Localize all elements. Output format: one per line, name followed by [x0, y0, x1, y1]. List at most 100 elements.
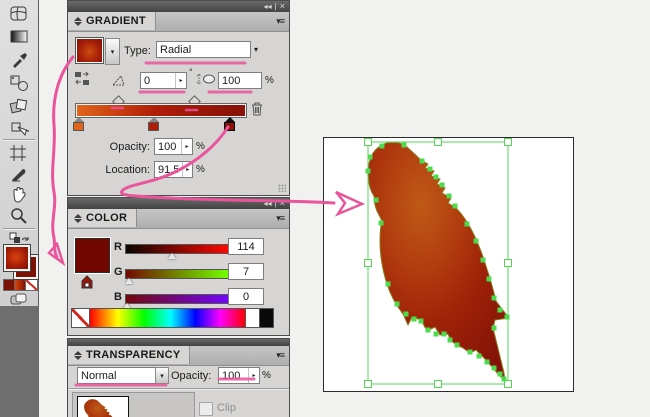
artboard[interactable]	[323, 137, 574, 392]
anchor-point[interactable]	[502, 377, 507, 382]
anchor-point[interactable]	[447, 194, 452, 199]
gradient-opacity-field[interactable]: 100 ▸	[154, 138, 193, 155]
live-paint-selection-tool[interactable]	[7, 118, 31, 139]
g-slider[interactable]	[125, 269, 229, 279]
gradient-fill-swatch[interactable]	[76, 38, 103, 63]
color-spectrum-bar[interactable]	[89, 308, 246, 328]
anchor-point[interactable]	[492, 326, 497, 331]
anchor-point[interactable]	[366, 169, 371, 174]
panel-menu-icon[interactable]: ▾≡	[276, 350, 284, 361]
anchor-point[interactable]	[498, 372, 503, 377]
none-button[interactable]	[25, 279, 38, 291]
blend-tool[interactable]	[7, 72, 31, 93]
anchor-point[interactable]	[426, 328, 431, 333]
close-panel-icon[interactable]: ×	[280, 2, 285, 11]
angle-spinner-icon[interactable]: ▸	[175, 73, 186, 88]
anchor-point[interactable]	[402, 143, 407, 148]
gradient-type-dropdown[interactable]: Radial	[156, 41, 251, 58]
delete-stop-trash-icon[interactable]	[250, 101, 264, 120]
gradient-slider-bar[interactable]	[76, 104, 246, 117]
r-value-field[interactable]: 114	[228, 238, 264, 255]
tab-transparency[interactable]: TRANSPARENCY	[68, 346, 190, 364]
resize-grip-icon[interactable]	[278, 184, 286, 192]
anchor-point[interactable]	[487, 277, 492, 282]
tab-gradient[interactable]: GRADIENT	[68, 12, 156, 30]
clip-checkbox[interactable]	[199, 402, 213, 416]
collapse-panel-icon[interactable]: ◂◂	[264, 2, 272, 11]
anchor-point[interactable]	[374, 198, 379, 203]
gradient-angle-field[interactable]: 0 ▸	[140, 72, 187, 89]
r-slider[interactable]	[125, 244, 229, 254]
gradient-location-field[interactable]: 91.5 ▸	[154, 161, 193, 178]
slice-tool[interactable]	[7, 164, 31, 185]
anchor-point[interactable]	[498, 308, 503, 313]
anchor-point[interactable]	[477, 354, 482, 359]
b-value-field[interactable]: 0	[228, 288, 264, 305]
selection-handle[interactable]	[365, 139, 372, 146]
anchor-point[interactable]	[434, 332, 439, 337]
panel-menu-icon[interactable]: ▾≡	[276, 213, 284, 224]
anchor-point[interactable]	[380, 144, 385, 149]
swap-fill-stroke-icon[interactable]	[7, 230, 31, 246]
current-color-swatch[interactable]	[75, 238, 110, 273]
selection-handle[interactable]	[505, 139, 512, 146]
anchor-point[interactable]	[481, 258, 486, 263]
anchor-point[interactable]	[492, 366, 497, 371]
anchor-point[interactable]	[442, 332, 447, 337]
gradient-stop-darkred-selected[interactable]	[224, 117, 235, 130]
hand-tool[interactable]	[7, 184, 31, 205]
anchor-point[interactable]	[455, 343, 460, 348]
type-dropdown-arrow-icon[interactable]: ▾	[254, 45, 258, 54]
r-slider-marker[interactable]	[168, 253, 176, 259]
anchor-point[interactable]	[404, 312, 409, 317]
gradient-swatch-dropdown-icon[interactable]: ▾	[105, 38, 120, 65]
anchor-point[interactable]	[434, 175, 439, 180]
blend-mode-dropdown[interactable]: Normal	[77, 367, 157, 384]
collapse-panel-icon[interactable]: ◂◂	[264, 199, 272, 208]
reverse-gradient-icon[interactable]	[74, 71, 90, 89]
anchor-point[interactable]	[485, 360, 490, 365]
artboard-tool[interactable]	[7, 142, 31, 163]
fill-color-swatch[interactable]	[4, 245, 30, 271]
gradient-tool[interactable]	[7, 26, 31, 47]
anchor-point[interactable]	[448, 338, 453, 343]
b-slider[interactable]	[125, 294, 229, 304]
anchor-point[interactable]	[440, 183, 445, 188]
opacity-spinner-icon[interactable]: ▸	[181, 139, 192, 154]
anchor-point[interactable]	[395, 302, 400, 307]
close-panel-icon[interactable]: ×	[280, 199, 285, 208]
white-swatch[interactable]	[245, 308, 260, 328]
gradient-stop-red[interactable]	[148, 117, 159, 130]
opacity-spinner-icon[interactable]: ▸	[248, 368, 259, 383]
anchor-point[interactable]	[386, 282, 391, 287]
eyedropper-tool[interactable]	[7, 49, 31, 70]
location-spinner-icon[interactable]: ▸	[182, 162, 192, 177]
anchor-point[interactable]	[420, 159, 425, 164]
selection-handle[interactable]	[435, 381, 442, 388]
selection-handle[interactable]	[505, 381, 512, 388]
g-slider-marker[interactable]	[125, 278, 133, 284]
black-swatch[interactable]	[259, 308, 274, 328]
zoom-tool[interactable]	[7, 205, 31, 226]
anchor-point[interactable]	[505, 315, 510, 320]
anchor-point[interactable]	[428, 167, 433, 172]
anchor-point[interactable]	[419, 319, 424, 324]
shape-builder-tool[interactable]	[7, 95, 31, 116]
selection-handle[interactable]	[365, 260, 372, 267]
selection-handle[interactable]	[505, 260, 512, 267]
anchor-point[interactable]	[492, 296, 497, 301]
object-thumbnail[interactable]	[77, 396, 129, 417]
transparency-opacity-field[interactable]: 100 ▸	[218, 367, 260, 384]
anchor-point[interactable]	[453, 204, 458, 209]
anchor-point[interactable]	[468, 350, 473, 355]
draw-normal-mode-button[interactable]	[10, 293, 28, 305]
anchor-point[interactable]	[465, 222, 470, 227]
blend-mode-dropdown-arrow-icon[interactable]: ▾	[155, 367, 169, 384]
panel-menu-icon[interactable]: ▾≡	[276, 16, 284, 27]
mesh-tool[interactable]	[7, 3, 31, 24]
none-swatch[interactable]	[71, 308, 90, 328]
selection-handle[interactable]	[435, 139, 442, 146]
anchor-point[interactable]	[368, 155, 373, 160]
gradient-stop-orange[interactable]	[73, 117, 84, 130]
selection-handle[interactable]	[365, 381, 372, 388]
